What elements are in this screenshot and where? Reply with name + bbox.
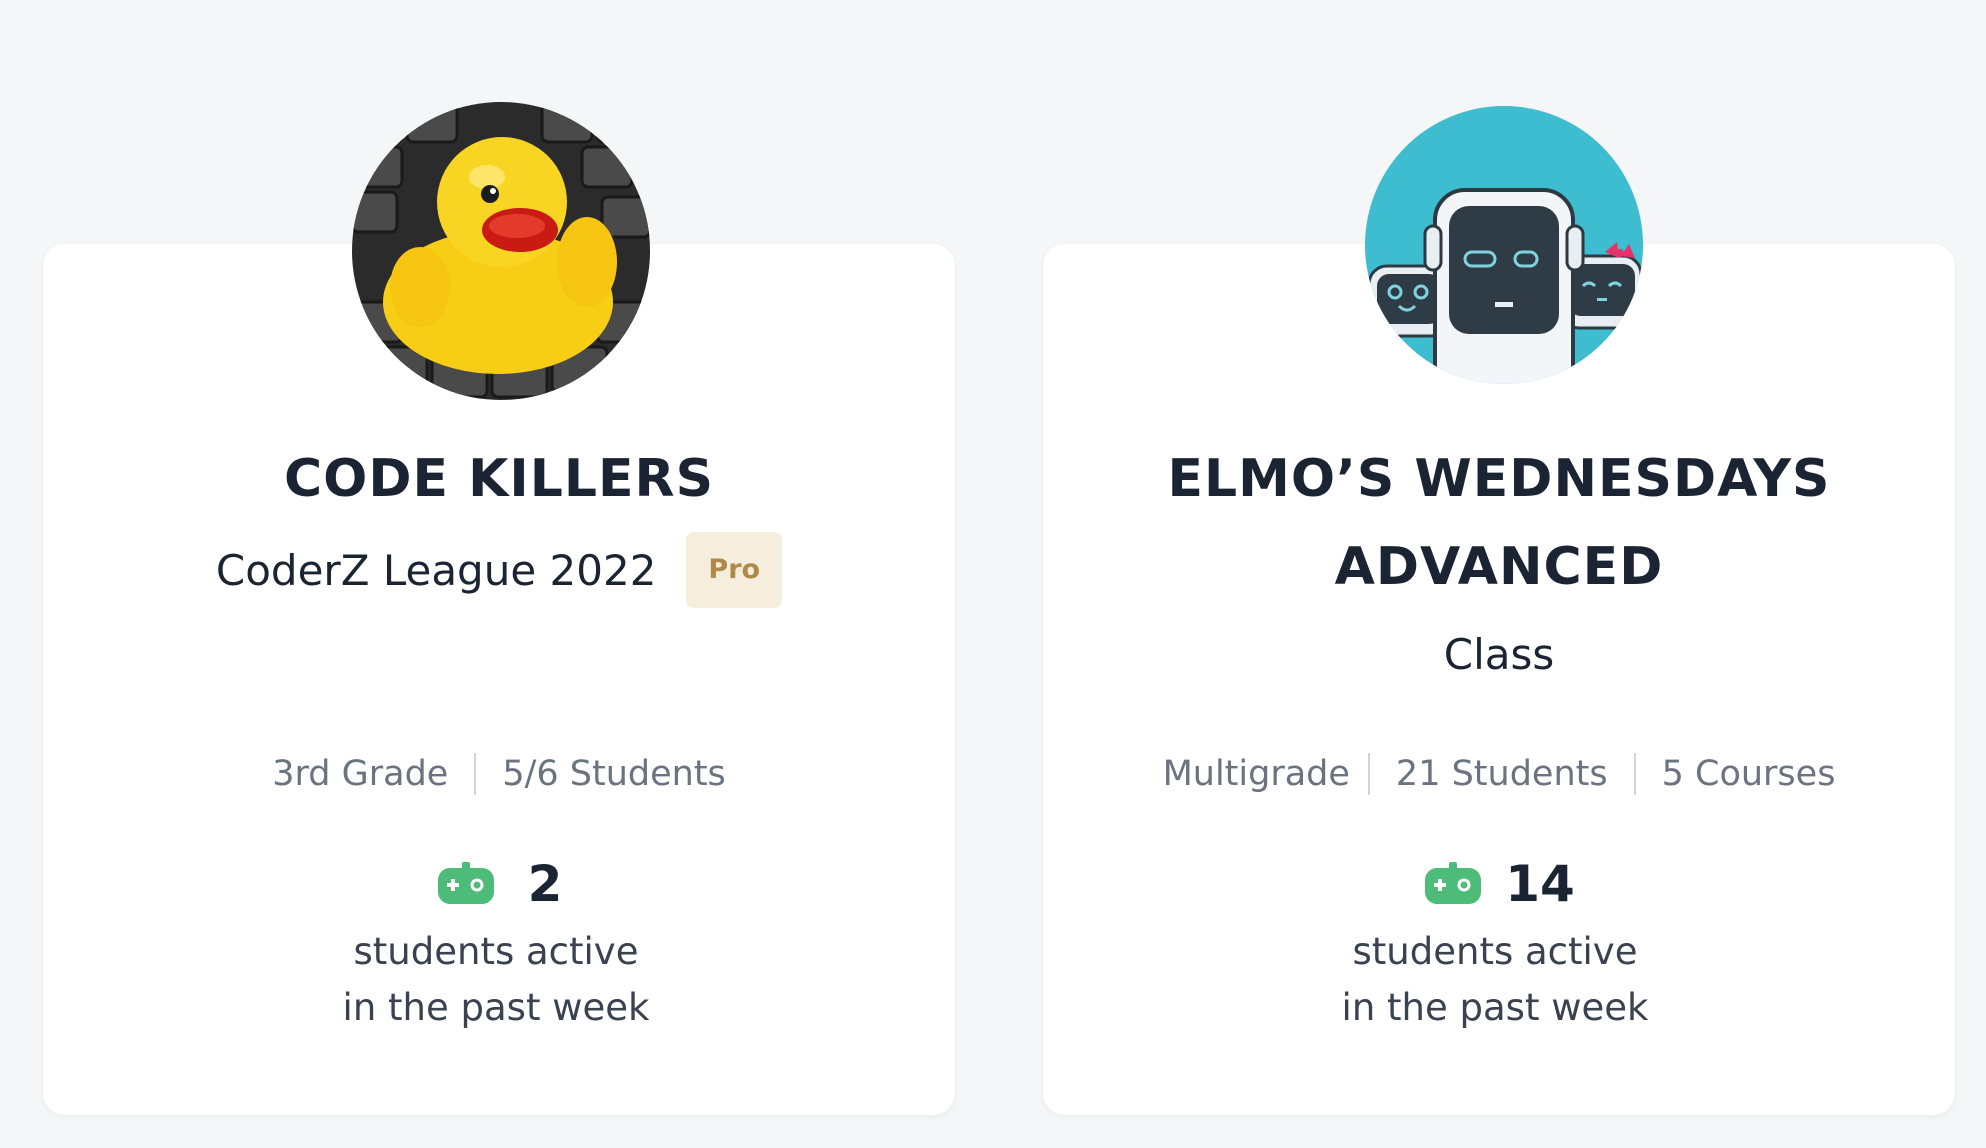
- students-count: 5/6 Students: [502, 754, 726, 794]
- active-label-line1: students active: [353, 930, 639, 973]
- class-type: CoderZ League 2022: [215, 545, 657, 595]
- courses-count: 5 Courses: [1661, 754, 1836, 794]
- active-students-row: 14: [1043, 844, 1955, 924]
- class-type: Class: [1443, 629, 1555, 679]
- active-students-label: students active in the past week: [43, 924, 955, 1036]
- class-meta: Multigrade 21 Students 5 Courses: [1043, 749, 1955, 799]
- class-avatar: [352, 102, 650, 400]
- active-label-line1: students active: [1352, 930, 1638, 973]
- grade-label: 3rd Grade: [272, 754, 449, 794]
- pro-badge: Pro: [686, 532, 783, 608]
- class-avatar: [1365, 106, 1643, 384]
- class-title-line2: ADVANCED: [1334, 537, 1664, 597]
- grade-label: Multigrade: [1162, 754, 1350, 794]
- gamepad-icon: [1425, 862, 1482, 904]
- class-title: ELMO’S WEDNESDAYS ADVANCED: [1083, 435, 1915, 611]
- classes-page: CODE KILLERS CoderZ League 2022 Pro 3rd …: [0, 0, 1986, 1148]
- class-title: CODE KILLERS: [283, 449, 715, 509]
- students-count: 21 Students: [1395, 754, 1608, 794]
- class-card-code-killers[interactable]: CODE KILLERS CoderZ League 2022 Pro 3rd …: [43, 102, 955, 1115]
- class-subtitle-row: CoderZ League 2022 Pro: [43, 532, 955, 608]
- class-title-line1: ELMO’S WEDNESDAYS: [1167, 449, 1831, 509]
- active-label-line2: in the past week: [342, 986, 650, 1029]
- active-students-count: 14: [1505, 855, 1575, 913]
- class-subtitle-row: Class: [1043, 616, 1955, 692]
- class-meta: 3rd Grade 5/6 Students: [43, 749, 955, 799]
- class-card-elmos-wednesdays[interactable]: ELMO’S WEDNESDAYS ADVANCED Class Multigr…: [1043, 106, 1955, 1115]
- active-label-line2: in the past week: [1341, 986, 1649, 1029]
- gamepad-icon: [437, 862, 494, 904]
- active-students-count: 2: [527, 855, 563, 913]
- active-students-label: students active in the past week: [1043, 924, 1955, 1036]
- rubber-duck-icon: [352, 102, 650, 400]
- robot-icon: [1365, 106, 1643, 384]
- active-students-row: 2: [43, 844, 955, 924]
